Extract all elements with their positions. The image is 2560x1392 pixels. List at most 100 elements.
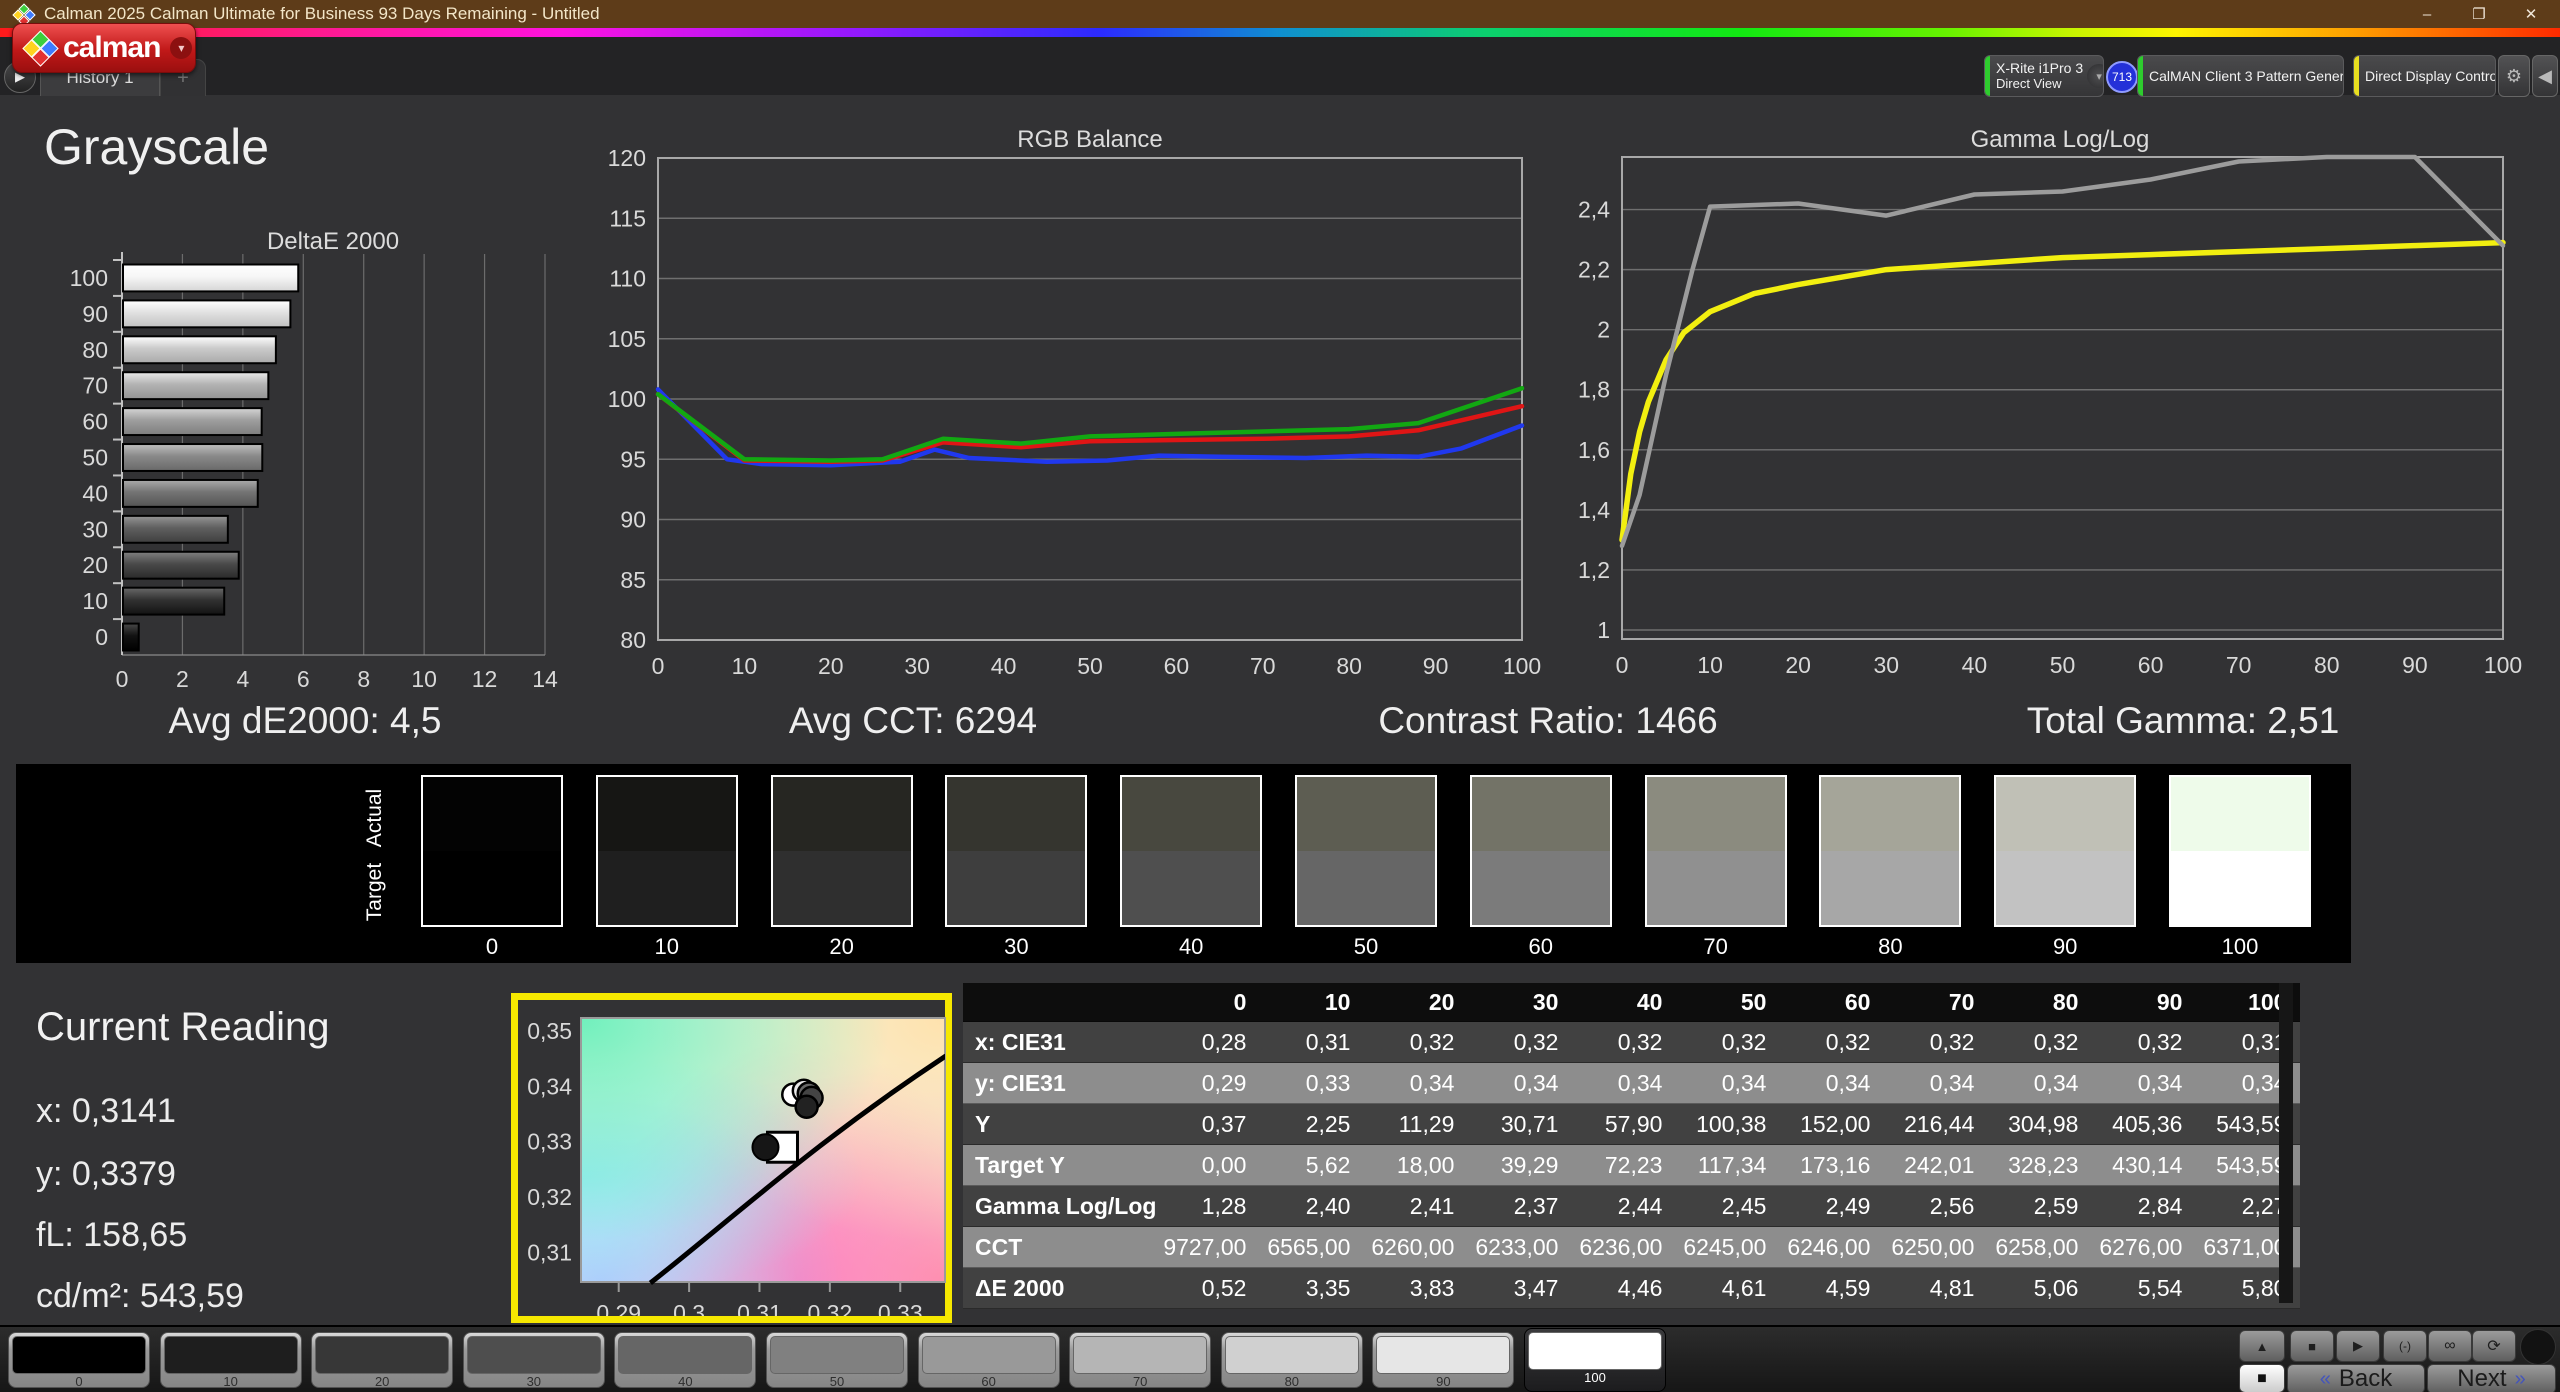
svg-text:100: 100 [70, 265, 108, 291]
table-cell: 6246,00 [1780, 1226, 1885, 1268]
table-cell: 405,36 [2092, 1103, 2197, 1145]
table-cell: 328,23 [1988, 1144, 2093, 1186]
svg-text:80: 80 [1336, 653, 1362, 679]
swatch-actual [1996, 777, 2135, 851]
svg-text:110: 110 [609, 266, 646, 292]
continuous-measure-button[interactable]: ∞ [2428, 1330, 2472, 1362]
table-cell: 2,41 [1364, 1185, 1469, 1227]
table-cell: 0,32 [1364, 1021, 1469, 1063]
table-cell: 9727,00 [1156, 1226, 1261, 1268]
swatch-level-label: 50 [1353, 934, 1379, 959]
calman-menu-button[interactable]: calman ▾ [12, 23, 196, 73]
toolbar: calman ▾ ▶ History 1 + X-Rite i1Pro 3 Dir… [0, 23, 2560, 97]
svg-text:30: 30 [1874, 652, 1900, 678]
reading-x: x: 0,3141 [36, 1092, 176, 1130]
table-cell: 2,56 [1884, 1185, 1989, 1227]
svg-text:2,2: 2,2 [1578, 257, 1610, 283]
pattern-patch-70[interactable]: 70 [1069, 1332, 1212, 1389]
table-scrollbar[interactable] [2279, 983, 2293, 1303]
swatch-actual [597, 777, 736, 851]
minimize-button[interactable]: – [2414, 6, 2440, 23]
meter-dropdown-2[interactable]: CalMAN Client 3 Pattern Generator▾ [2137, 55, 2344, 97]
pattern-patch-80[interactable]: 80 [1220, 1332, 1363, 1389]
svg-text:2: 2 [176, 666, 189, 692]
collapse-panel-button[interactable]: ◀ [2532, 55, 2558, 97]
svg-text:90: 90 [82, 301, 108, 327]
calman-window: Calman 2025 Calman Ultimate for Business… [0, 0, 2560, 1392]
pattern-patch-30[interactable]: 30 [462, 1332, 605, 1389]
svg-text:12: 12 [472, 666, 498, 692]
patch-label: 30 [526, 1374, 542, 1389]
table-cell: 4,46 [1572, 1267, 1677, 1309]
current-reading-title: Current Reading [36, 1005, 330, 1049]
row-label: y: CIE31 [963, 1062, 1157, 1104]
svg-text:0,31: 0,31 [737, 1300, 782, 1316]
table-cell: 3,83 [1364, 1267, 1469, 1309]
column-header: 40 [1572, 983, 1677, 1022]
table-row: x: CIE31 0,28 0,31 0,32 0,32 0,32 0,32 0,32 0,32… [963, 1021, 2301, 1063]
svg-text:14: 14 [532, 666, 558, 692]
svg-text:80: 80 [620, 627, 646, 653]
pattern-patch-20[interactable]: 20 [311, 1332, 454, 1389]
table-cell: 0,34 [1364, 1062, 1469, 1104]
settings-button[interactable]: ⚙ [2498, 55, 2530, 97]
stat-avg-de2000: Avg dE2000: 4,5 [168, 700, 442, 741]
pattern-up-button[interactable]: ▲ [2239, 1330, 2285, 1362]
table-cell: 0,32 [1468, 1021, 1573, 1063]
svg-text:10: 10 [82, 588, 108, 614]
svg-text:10: 10 [411, 666, 437, 692]
patch-color [315, 1336, 450, 1374]
svg-text:80: 80 [2314, 652, 2340, 678]
table-cell: 1,28 [1156, 1185, 1261, 1227]
maximize-button[interactable]: ❐ [2466, 5, 2492, 23]
column-header: 30 [1468, 983, 1573, 1022]
svg-text:0,35: 0,35 [527, 1018, 572, 1044]
table-cell: 6258,00 [1988, 1226, 2093, 1268]
measurement-table: 0 10 20 30 40 50 60 70 80 90 100 x: CIE31 0,28 0,31 0,… [963, 983, 2301, 1309]
stop-button[interactable]: ■ [2290, 1330, 2334, 1362]
table-cell: 2,40 [1260, 1185, 1365, 1227]
patch-label: 50 [829, 1374, 845, 1389]
pattern-patch-60[interactable]: 60 [917, 1332, 1060, 1389]
chevron-down-icon: ▾ [170, 37, 193, 59]
table-cell: 2,45 [1676, 1185, 1781, 1227]
meter-dropdown-3[interactable]: Direct Display Control▾ [2353, 55, 2496, 97]
pattern-patch-0[interactable]: 0 [8, 1332, 150, 1389]
svg-text:0: 0 [652, 653, 665, 679]
calman-logo-icon [22, 30, 59, 67]
pattern-patch-100[interactable]: 100 [1524, 1328, 1666, 1392]
pattern-window-button[interactable]: ■ [2239, 1364, 2285, 1392]
column-header: 80 [1988, 983, 2093, 1022]
close-button[interactable]: ✕ [2518, 5, 2544, 23]
single-measure-button[interactable]: (-) [2383, 1330, 2427, 1362]
deltae-bar-chart: 10090807060504030201000 2 4 6 8 10 12 14 [70, 252, 558, 692]
svg-text:4: 4 [236, 666, 249, 692]
table-row: ΔE 2000 0,52 3,35 3,83 3,47 4,46 4,61 4,59 4,81 5… [963, 1267, 2301, 1309]
grayscale-swatch-90 [1994, 775, 2137, 927]
patch-color [1376, 1336, 1511, 1374]
pattern-patch-50[interactable]: 50 [766, 1332, 908, 1389]
column-header: 50 [1676, 983, 1781, 1022]
table-cell: 4,81 [1884, 1267, 1989, 1309]
pattern-patch-10[interactable]: 10 [159, 1332, 302, 1389]
svg-text:70: 70 [2226, 652, 2252, 678]
pattern-patch-90[interactable]: 90 [1372, 1332, 1515, 1389]
table-cell: 430,14 [2092, 1144, 2197, 1186]
table-cell: 0,32 [1780, 1021, 1885, 1063]
svg-text:0,33: 0,33 [527, 1129, 572, 1155]
pattern-patch-40[interactable]: 40 [614, 1332, 757, 1389]
swatch-level-label: 20 [829, 934, 854, 959]
svg-text:1: 1 [1597, 617, 1610, 643]
next-button[interactable]: Next » [2427, 1364, 2556, 1392]
swatch-level-label: 30 [1004, 934, 1029, 959]
grayscale-swatch-50 [1295, 775, 1437, 927]
svg-text:20: 20 [82, 552, 108, 578]
table-row: y: CIE31 0,29 0,33 0,34 0,34 0,34 0,34 0,34 0,34… [963, 1062, 2301, 1104]
meter-dropdown-1[interactable]: X-Rite i1Pro 3 Direct View ▾ [1984, 55, 2104, 97]
next-button-label: Next [2457, 1365, 2507, 1392]
refresh-button[interactable]: ⟳ [2472, 1330, 2516, 1362]
play-measure-button[interactable]: ▶ [2336, 1330, 2380, 1362]
back-button[interactable]: « Back [2287, 1364, 2425, 1392]
svg-text:30: 30 [82, 516, 108, 542]
patch-label: 90 [1436, 1374, 1451, 1389]
